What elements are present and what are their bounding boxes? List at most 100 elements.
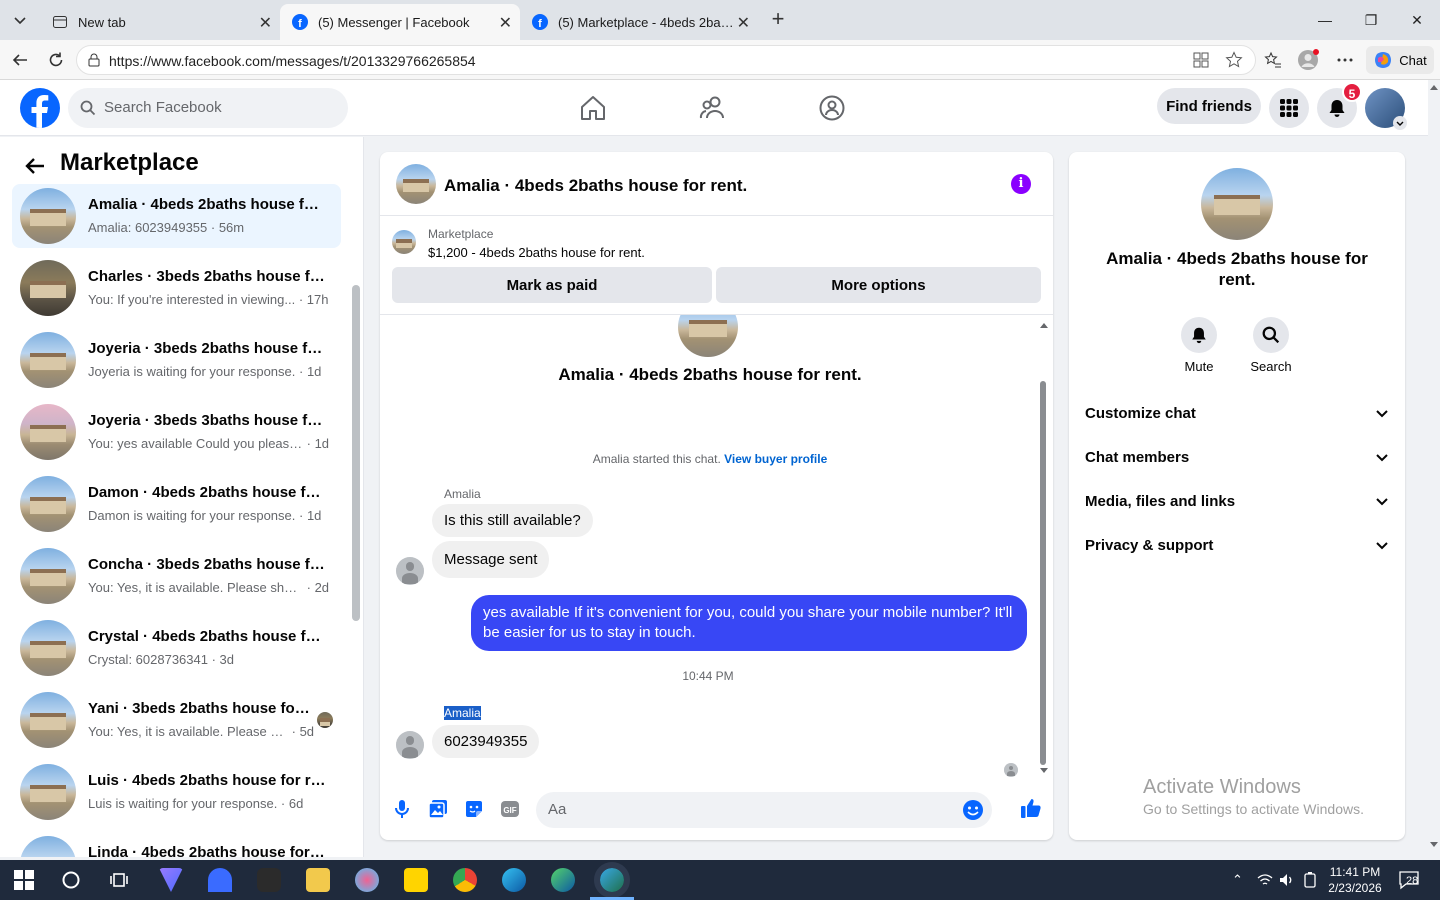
- task-view-icon[interactable]: [109, 870, 129, 890]
- favorites-button[interactable]: [1261, 48, 1285, 72]
- close-icon[interactable]: ✕: [499, 13, 512, 33]
- sender-avatar[interactable]: [396, 731, 424, 759]
- notification-badge: 5: [1342, 82, 1362, 102]
- groups-icon[interactable]: [818, 94, 846, 122]
- close-window-button[interactable]: ✕: [1394, 8, 1440, 32]
- refresh-button[interactable]: [44, 48, 68, 72]
- clock[interactable]: 11:41 PM 2/23/2026: [1320, 864, 1390, 896]
- chat-members-section[interactable]: Chat members: [1085, 436, 1389, 480]
- account-avatar[interactable]: [1365, 88, 1407, 130]
- listing-thumbnail: [20, 476, 76, 532]
- conversation-item[interactable]: Yani · 3beds 2baths house for rent. You:…: [12, 688, 341, 752]
- watermark-line-2: Go to Settings to activate Windows.: [1143, 801, 1364, 817]
- maximize-button[interactable]: ❐: [1348, 8, 1394, 32]
- customize-chat-section[interactable]: Customize chat: [1085, 392, 1389, 436]
- mute-button[interactable]: Mute: [1169, 317, 1229, 374]
- media-files-links-section[interactable]: Media, files and links: [1085, 480, 1389, 524]
- sticker-button[interactable]: [463, 798, 485, 820]
- scroll-down-icon[interactable]: [1429, 841, 1439, 849]
- voice-clip-button[interactable]: [391, 798, 413, 820]
- conversation-item[interactable]: Concha · 3beds 2baths house for rent. Yo…: [12, 544, 341, 608]
- friends-icon[interactable]: [699, 94, 727, 122]
- scroll-down-icon[interactable]: [1039, 767, 1049, 775]
- facebook-search[interactable]: Search Facebook: [68, 88, 348, 128]
- incoming-message[interactable]: Is this still available?: [432, 504, 593, 537]
- conversation-item[interactable]: Joyeria · 3beds 3baths house for rent. Y…: [12, 400, 341, 464]
- conversation-item[interactable]: Luis · 4beds 2baths house for rent. Luis…: [12, 760, 341, 824]
- sticky-notes-icon[interactable]: [404, 868, 428, 892]
- mark-as-paid-button[interactable]: Mark as paid: [392, 267, 712, 303]
- privacy-support-section[interactable]: Privacy & support: [1085, 524, 1389, 568]
- menu-button[interactable]: [1269, 88, 1309, 128]
- conversation-item[interactable]: Joyeria · 3beds 2baths house for rent. J…: [12, 328, 341, 392]
- edge-beta-icon[interactable]: [594, 862, 630, 898]
- section-label: Privacy & support: [1085, 537, 1214, 554]
- sidebar-scrollbar[interactable]: [352, 285, 360, 621]
- listing-thumbnail: [20, 332, 76, 388]
- edge-dev-icon[interactable]: [551, 868, 575, 892]
- profile-button[interactable]: [1296, 48, 1320, 72]
- file-explorer-icon[interactable]: [306, 868, 330, 892]
- app-icon[interactable]: [355, 868, 379, 892]
- conversation-item[interactable]: Damon · 4beds 2baths house for rent. Dam…: [12, 472, 341, 536]
- incoming-message[interactable]: Message sent: [432, 541, 550, 578]
- settings-more-button[interactable]: [1333, 48, 1357, 72]
- proton-vpn-icon[interactable]: [159, 868, 183, 892]
- facebook-f-icon: [31, 95, 49, 128]
- scroll-up-icon[interactable]: [1039, 321, 1049, 329]
- windows-start-icon[interactable]: [14, 870, 34, 890]
- close-icon[interactable]: ✕: [737, 13, 750, 33]
- home-icon[interactable]: [579, 94, 607, 122]
- conversation-item[interactable]: Linda · 4beds 2baths house for rent.: [12, 832, 341, 857]
- url-field[interactable]: https://www.facebook.com/messages/t/2013…: [76, 45, 1256, 75]
- network-icon[interactable]: [1257, 873, 1273, 887]
- attach-media-button[interactable]: [427, 798, 449, 820]
- close-icon[interactable]: ✕: [259, 13, 272, 33]
- app-available-icon[interactable]: [1193, 52, 1209, 68]
- tab-new-tab[interactable]: New tab ✕: [40, 4, 280, 40]
- chrome-icon[interactable]: [453, 868, 477, 892]
- more-options-button[interactable]: More options: [716, 267, 1041, 303]
- chat-title[interactable]: Amalia · 4beds 2baths house for rent.: [444, 176, 747, 196]
- minimize-button[interactable]: —: [1302, 8, 1348, 32]
- volume-icon[interactable]: [1279, 873, 1295, 887]
- listing-thumbnail[interactable]: [396, 164, 436, 204]
- url-text: https://www.facebook.com/messages/t/2013…: [109, 53, 476, 69]
- arrow-left-icon[interactable]: [24, 155, 46, 177]
- new-tab-button[interactable]: +: [766, 8, 790, 32]
- listing-price[interactable]: $1,200 - 4beds 2baths house for rent.: [428, 245, 645, 260]
- emoji-icon[interactable]: [962, 799, 984, 821]
- conversation-preview: Damon is waiting for your response. · 1d: [88, 508, 322, 523]
- scroll-up-icon[interactable]: [1429, 83, 1439, 91]
- conversation-item[interactable]: Crystal · 4beds 2baths house for rent. C…: [12, 616, 341, 680]
- sender-avatar[interactable]: [396, 557, 424, 585]
- nord-vpn-icon[interactable]: [208, 868, 232, 892]
- star-icon[interactable]: [1225, 51, 1243, 69]
- search-in-conversation-button[interactable]: Search: [1241, 317, 1301, 374]
- view-buyer-profile-link[interactable]: View buyer profile: [724, 452, 827, 466]
- conversation-item[interactable]: Amalia · 4beds 2baths house for rent. Am…: [12, 184, 341, 248]
- copilot-chat-button[interactable]: Chat: [1366, 46, 1434, 74]
- facebook-logo[interactable]: [20, 88, 60, 128]
- gif-button[interactable]: GIF: [499, 798, 521, 820]
- site-info-icon[interactable]: [87, 53, 101, 67]
- edge-icon[interactable]: [502, 868, 526, 892]
- notification-center-button[interactable]: 28: [1398, 870, 1422, 890]
- page-scrollbar[interactable]: [1428, 80, 1440, 857]
- like-button[interactable]: [1019, 796, 1043, 820]
- chevron-up-icon[interactable]: ⌃: [1232, 872, 1243, 888]
- conversation-item[interactable]: Charles · 3beds 2baths house for rent. Y…: [12, 256, 341, 320]
- tab-marketplace[interactable]: f (5) Marketplace - 4beds 2baths house f…: [520, 4, 758, 40]
- battery-icon[interactable]: [1303, 872, 1317, 888]
- find-friends-button[interactable]: Find friends: [1157, 88, 1261, 124]
- incoming-message[interactable]: 6023949355: [432, 725, 540, 758]
- thread-scrollbar[interactable]: [1040, 381, 1046, 765]
- info-icon[interactable]: i: [1011, 174, 1031, 194]
- message-input[interactable]: Aa: [536, 792, 992, 828]
- tab-actions-menu[interactable]: [6, 6, 34, 34]
- tab-messenger[interactable]: f (5) Messenger | Facebook ✕: [280, 4, 520, 40]
- back-button[interactable]: [8, 48, 32, 72]
- app-icon[interactable]: [257, 868, 281, 892]
- outgoing-message[interactable]: yes available If it's convenient for you…: [471, 595, 1027, 651]
- search-circle-icon[interactable]: [61, 870, 81, 890]
